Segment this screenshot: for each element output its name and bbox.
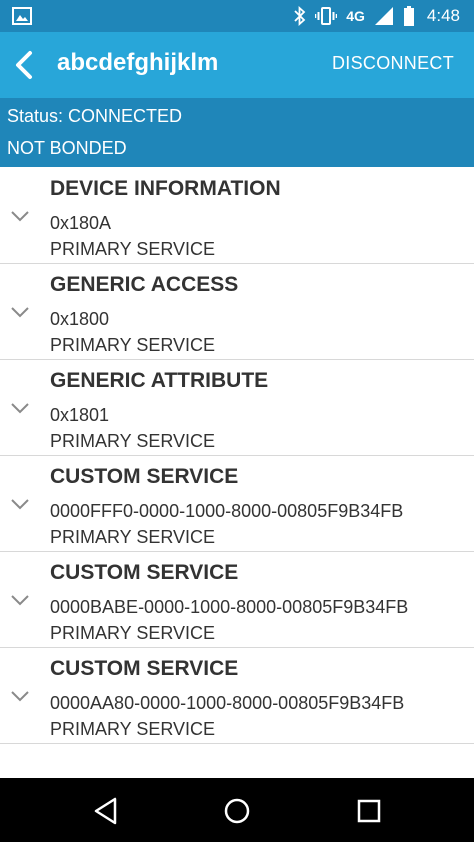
service-uuid: 0000FFF0-0000-1000-8000-00805F9B34FB [50,501,404,521]
back-arrow-icon[interactable] [10,49,38,81]
service-item[interactable]: GENERIC ACCESS 0x1800 PRIMARY SERVICE [0,264,474,360]
service-item[interactable]: CUSTOM SERVICE 0000FFF0-0000-1000-8000-0… [0,456,474,552]
image-notification-icon [12,7,32,25]
nav-home-icon[interactable] [222,796,252,826]
bluetooth-icon [294,6,306,26]
service-item[interactable]: CUSTOM SERVICE 0000BABE-0000-1000-8000-0… [0,552,474,648]
chevron-down-icon [11,403,29,414]
service-uuid: 0x1801 [50,405,110,425]
device-name-title: abcdefghijklm [57,49,219,76]
service-uuid: 0x180A [50,213,112,233]
service-type: PRIMARY SERVICE [50,623,216,643]
service-type: PRIMARY SERVICE [50,431,216,451]
network-type: 4G [346,8,365,24]
chevron-down-icon [11,307,29,318]
connection-status-panel: Status: CONNECTED NOT BONDED [0,98,474,167]
nav-recents-icon[interactable] [354,796,384,826]
battery-icon [403,6,414,26]
service-uuid: 0x1800 [50,309,110,329]
system-status-bar: 4G 4:48 [0,0,474,32]
service-name: CUSTOM SERVICE [50,657,239,680]
disconnect-button[interactable]: DISCONNECT [332,53,454,74]
service-name: GENERIC ATTRIBUTE [50,369,269,392]
vibrate-icon [315,7,338,25]
chevron-down-icon [11,691,29,702]
service-item[interactable]: CUSTOM SERVICE 0000AA80-0000-1000-8000-0… [0,648,474,744]
service-item[interactable]: GENERIC ATTRIBUTE 0x1801 PRIMARY SERVICE [0,360,474,456]
chevron-down-icon [11,499,29,510]
service-type: PRIMARY SERVICE [50,335,216,355]
services-list: DEVICE INFORMATION 0x180A PRIMARY SERVIC… [0,168,474,744]
service-name: CUSTOM SERVICE [50,465,239,488]
system-nav-bar [0,778,474,842]
chevron-down-icon [11,211,29,222]
service-uuid: 0000BABE-0000-1000-8000-00805F9B34FB [50,597,409,617]
service-name: CUSTOM SERVICE [50,561,239,584]
bond-status-text: NOT BONDED [7,138,127,158]
service-type: PRIMARY SERVICE [50,239,216,259]
chevron-down-icon [11,595,29,606]
nav-back-icon[interactable] [91,796,121,826]
service-type: PRIMARY SERVICE [50,719,216,739]
app-bar: abcdefghijklm DISCONNECT [0,32,474,98]
service-name: DEVICE INFORMATION [50,177,281,200]
service-item[interactable]: DEVICE INFORMATION 0x180A PRIMARY SERVIC… [0,168,474,264]
service-type: PRIMARY SERVICE [50,527,216,547]
signal-icon [374,7,393,25]
service-name: GENERIC ACCESS [50,273,239,296]
connection-status-text: Status: CONNECTED [7,106,183,126]
service-uuid: 0000AA80-0000-1000-8000-00805F9B34FB [50,693,405,713]
clock: 4:48 [426,6,460,25]
